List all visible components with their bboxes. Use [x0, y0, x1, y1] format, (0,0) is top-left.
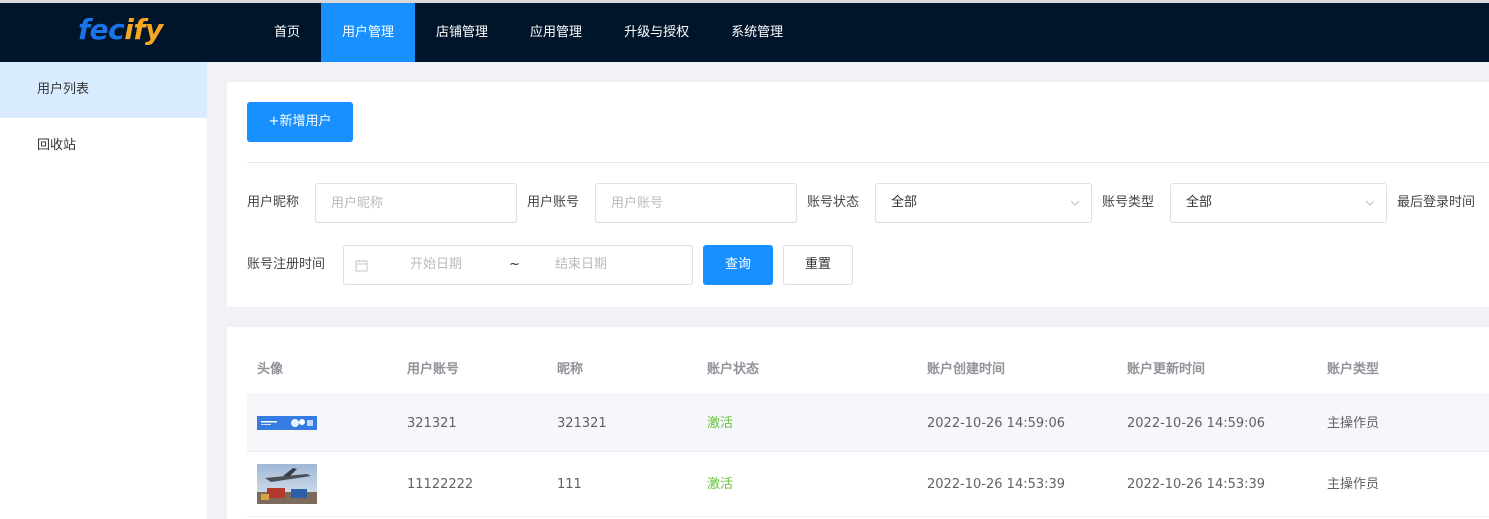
date-separator: ~ — [509, 257, 520, 272]
last-login-label: 最后登录时间 — [1397, 195, 1476, 210]
cell-type: 主操作员 — [1327, 416, 1380, 431]
nav-item-home[interactable]: 首页 — [253, 3, 321, 62]
type-select-value: 全部 — [1186, 195, 1213, 210]
account-input[interactable] — [595, 183, 797, 223]
cell-nickname: 321321 — [557, 416, 607, 431]
nav-item-store-management[interactable]: 店铺管理 — [415, 3, 509, 62]
nickname-label: 用户昵称 — [247, 195, 300, 210]
divider — [247, 162, 1489, 163]
date-end-input[interactable]: 结束日期 — [555, 246, 607, 284]
column-header-account: 用户账号 — [407, 362, 460, 377]
table-row[interactable]: 11122222 111 激活 2022-10-26 14:53:39 2022… — [247, 452, 1489, 517]
table-row[interactable]: 321321 321321 激活 2022-10-26 14:59:06 202… — [247, 395, 1489, 452]
register-time-label: 账号注册时间 — [247, 257, 326, 272]
avatar — [257, 416, 317, 430]
sidebar: 用户列表 回收站 — [0, 62, 207, 519]
logo-text-part1: fec — [78, 13, 125, 46]
type-label: 账号类型 — [1102, 195, 1155, 210]
nav-item-user-management[interactable]: 用户管理 — [321, 3, 416, 62]
query-button[interactable]: 查询 — [703, 245, 773, 285]
avatar — [257, 464, 317, 504]
nav-item-app-management[interactable]: 应用管理 — [509, 3, 603, 62]
sidebar-item-recycle-bin[interactable]: 回收站 — [0, 118, 207, 174]
account-label: 用户账号 — [527, 195, 580, 210]
column-header-nickname: 昵称 — [557, 362, 584, 377]
nav-item-system-management[interactable]: 系统管理 — [710, 3, 804, 62]
top-navbar: fecify 首页 用户管理 店铺管理 应用管理 升级与授权 系统管理 — [0, 0, 1489, 62]
status-select-value: 全部 — [891, 195, 918, 210]
column-header-updated: 账户更新时间 — [1127, 362, 1206, 377]
reset-button[interactable]: 重置 — [783, 245, 853, 285]
type-select[interactable]: 全部 — [1170, 183, 1387, 223]
status-label: 账号状态 — [807, 195, 860, 210]
cell-nickname: 111 — [557, 477, 582, 492]
logo-text-part2: ify — [124, 13, 163, 46]
cell-created: 2022-10-26 14:53:39 — [927, 477, 1066, 492]
cell-account: 321321 — [407, 416, 457, 431]
column-header-avatar: 头像 — [257, 362, 284, 377]
column-header-type: 账户类型 — [1327, 362, 1380, 377]
cell-updated: 2022-10-26 14:53:39 — [1127, 477, 1266, 492]
table-header: 头像 用户账号 昵称 账户状态 账户创建时间 账户更新时间 账户类型 — [247, 345, 1489, 395]
nickname-input[interactable] — [315, 183, 517, 223]
filter-panel: +新增用户 用户昵称 用户账号 账号状态 全部 账号类型 全部 最后登录时间 账… — [227, 82, 1489, 307]
register-date-range-picker[interactable]: 开始日期 ~ 结束日期 — [343, 245, 693, 285]
date-start-input[interactable]: 开始日期 — [410, 246, 462, 284]
calendar-icon — [355, 260, 368, 272]
chevron-down-icon — [1365, 200, 1375, 206]
cell-status: 激活 — [707, 477, 734, 492]
cell-type: 主操作员 — [1327, 477, 1380, 492]
cell-status: 激活 — [707, 416, 734, 431]
app-logo[interactable]: fecify — [78, 13, 163, 46]
sidebar-item-user-list[interactable]: 用户列表 — [0, 62, 207, 118]
nav-item-upgrade-license[interactable]: 升级与授权 — [603, 3, 710, 62]
main-nav: 首页 用户管理 店铺管理 应用管理 升级与授权 系统管理 — [253, 3, 804, 62]
user-table-panel: 头像 用户账号 昵称 账户状态 账户创建时间 账户更新时间 账户类型 32132… — [227, 327, 1489, 519]
column-header-created: 账户创建时间 — [927, 362, 1006, 377]
chevron-down-icon — [1070, 200, 1080, 206]
cell-account: 11122222 — [407, 477, 474, 492]
add-user-button[interactable]: +新增用户 — [247, 102, 353, 142]
status-select[interactable]: 全部 — [875, 183, 1092, 223]
cell-updated: 2022-10-26 14:59:06 — [1127, 416, 1266, 431]
column-header-status: 账户状态 — [707, 362, 760, 377]
cell-created: 2022-10-26 14:59:06 — [927, 416, 1066, 431]
